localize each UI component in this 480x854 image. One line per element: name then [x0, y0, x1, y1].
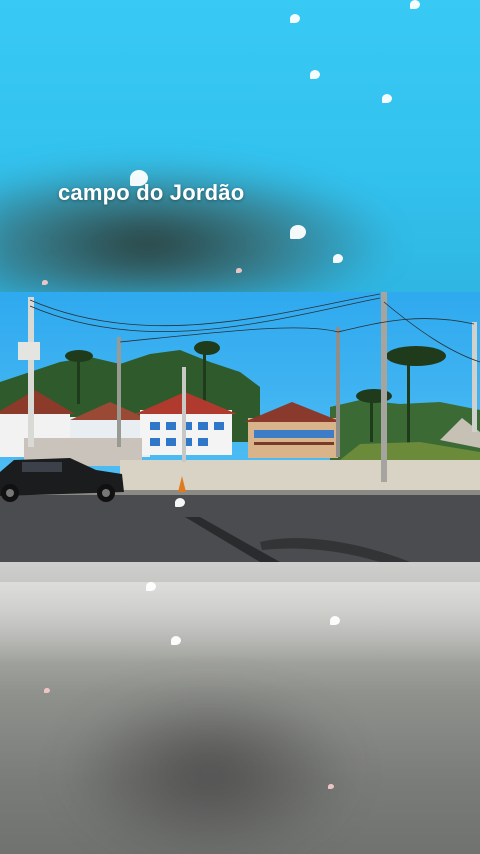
petal-icon — [382, 94, 392, 103]
petal-icon — [236, 268, 242, 273]
bottom-blurred-background — [0, 562, 480, 854]
blurred-shadow — [60, 682, 360, 854]
center-photo — [0, 292, 480, 562]
video-title-overlay: campo do Jordão — [58, 180, 245, 205]
petal-icon — [42, 280, 48, 285]
petal-icon — [330, 616, 340, 625]
petal-icon — [130, 170, 148, 186]
petal-icon — [310, 70, 320, 79]
petal-icon — [171, 636, 181, 645]
street-scene-image — [0, 292, 480, 562]
petal-icon — [328, 784, 334, 789]
petal-icon — [333, 254, 343, 263]
top-blurred-background — [0, 0, 480, 292]
blurred-light-band — [0, 582, 480, 662]
petal-icon — [410, 0, 420, 9]
petal-icon — [175, 498, 185, 507]
petal-icon — [290, 14, 300, 23]
petal-icon — [146, 582, 156, 591]
petal-icon — [290, 225, 306, 239]
petal-icon — [44, 688, 50, 693]
